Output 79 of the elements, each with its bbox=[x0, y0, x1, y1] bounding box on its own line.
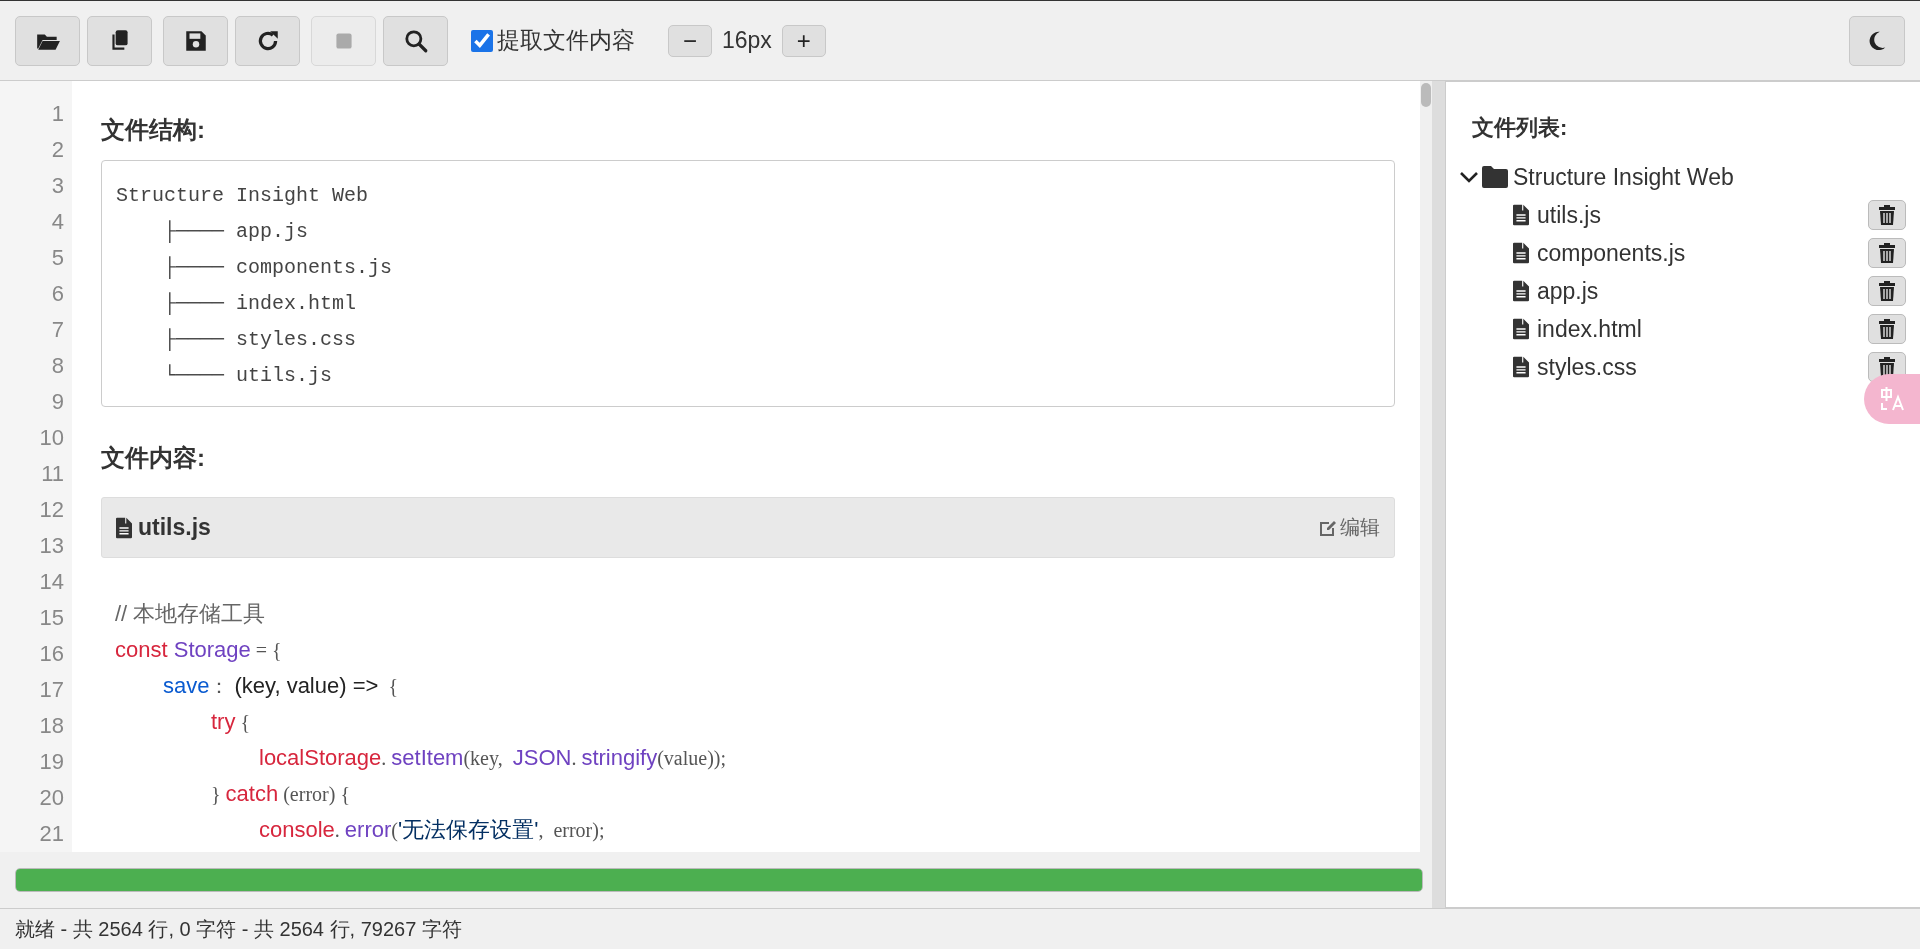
font-size-value: 16px bbox=[722, 27, 772, 54]
line-number: 3 bbox=[50, 172, 65, 200]
line-number: 13 bbox=[38, 532, 65, 560]
file-icon bbox=[1513, 242, 1529, 264]
file-icon bbox=[116, 516, 132, 539]
structure-line: Structure Insight Web bbox=[116, 183, 370, 209]
file-icon bbox=[1513, 204, 1529, 226]
line-number: 16 bbox=[38, 640, 65, 668]
checkbox-label: 提取文件内容 bbox=[497, 26, 635, 55]
line-number: 9 bbox=[50, 388, 65, 416]
file-name: utils.js bbox=[138, 514, 211, 541]
line-number: 7 bbox=[50, 316, 65, 344]
translate-icon bbox=[1879, 386, 1905, 412]
code-line: save： (key, value) => { bbox=[163, 672, 399, 700]
folder-name: Structure Insight Web bbox=[1513, 163, 1734, 191]
extract-checkbox[interactable] bbox=[471, 29, 493, 52]
line-number: 12 bbox=[38, 496, 65, 524]
line-number: 6 bbox=[50, 280, 65, 308]
code-line: const Storage = { bbox=[115, 636, 283, 664]
folder-row[interactable]: Structure Insight Web bbox=[1458, 158, 1906, 196]
decrease-font-button[interactable]: − bbox=[668, 24, 712, 57]
save-button[interactable] bbox=[163, 15, 228, 66]
delete-button[interactable] bbox=[1868, 238, 1906, 268]
line-number: 15 bbox=[38, 604, 65, 632]
section-heading: 文件内容: bbox=[101, 443, 205, 473]
file-row[interactable]: utils.js bbox=[1458, 196, 1906, 234]
line-number: 1 bbox=[50, 100, 65, 128]
refresh-button[interactable] bbox=[235, 15, 300, 66]
folder-icon bbox=[1482, 166, 1508, 188]
trash-icon bbox=[1878, 281, 1896, 301]
structure-line: ├──── index.html bbox=[163, 291, 358, 317]
file-row[interactable]: app.js bbox=[1458, 272, 1906, 310]
panel-title: 文件列表: bbox=[1472, 114, 1568, 142]
structure-line: ├──── components.js bbox=[163, 255, 394, 281]
file-row[interactable]: components.js bbox=[1458, 234, 1906, 272]
file-icon bbox=[1513, 318, 1529, 340]
file-name: app.js bbox=[1537, 277, 1599, 305]
file-icon bbox=[1513, 280, 1529, 302]
line-number: 8 bbox=[50, 352, 65, 380]
section-heading: 文件结构: bbox=[101, 115, 205, 145]
line-number: 20 bbox=[38, 784, 65, 812]
search-icon bbox=[402, 27, 429, 54]
line-number: 4 bbox=[50, 208, 65, 236]
line-number: 21 bbox=[38, 820, 65, 848]
trash-icon bbox=[1878, 205, 1896, 225]
code-line: } catch (error) { bbox=[211, 780, 351, 808]
file-name: utils.js bbox=[1537, 201, 1601, 229]
file-icon bbox=[1513, 356, 1529, 378]
delete-button[interactable] bbox=[1868, 200, 1906, 230]
delete-button[interactable] bbox=[1868, 276, 1906, 306]
file-name: styles.css bbox=[1537, 353, 1637, 381]
structure-line: ├──── styles.css bbox=[163, 327, 358, 353]
code-line: console. error('无法保存设置', error); bbox=[259, 816, 606, 844]
file-name: index.html bbox=[1537, 315, 1642, 343]
code-line: localStorage. setItem(key, JSON. stringify(value)); bbox=[259, 744, 728, 772]
copy-button[interactable] bbox=[87, 15, 152, 66]
file-name: components.js bbox=[1537, 239, 1686, 267]
line-number: 2 bbox=[50, 136, 65, 164]
line-number: 11 bbox=[40, 460, 65, 488]
line-number: 18 bbox=[38, 712, 65, 740]
trash-icon bbox=[1878, 319, 1896, 339]
edit-link[interactable]: 编辑 bbox=[1318, 514, 1380, 541]
delete-button[interactable] bbox=[1868, 314, 1906, 344]
line-number: 5 bbox=[50, 244, 65, 272]
code-line: try { bbox=[211, 708, 252, 736]
structure-line: ├──── app.js bbox=[163, 219, 310, 245]
trash-icon bbox=[1878, 243, 1896, 263]
search-button[interactable] bbox=[383, 15, 448, 66]
line-number: 10 bbox=[38, 424, 65, 452]
scrollbar[interactable] bbox=[1420, 81, 1432, 852]
line-number: 14 bbox=[38, 568, 65, 596]
line-number: 17 bbox=[38, 676, 65, 704]
structure-line: └──── utils.js bbox=[163, 363, 334, 389]
line-number: 19 bbox=[38, 748, 65, 776]
increase-font-button[interactable]: + bbox=[781, 24, 826, 57]
code-line: // 本地存储工具 bbox=[115, 600, 267, 628]
theme-toggle-button[interactable] bbox=[1849, 15, 1905, 66]
open-button[interactable] bbox=[15, 15, 80, 66]
file-row[interactable]: index.html bbox=[1458, 310, 1906, 348]
